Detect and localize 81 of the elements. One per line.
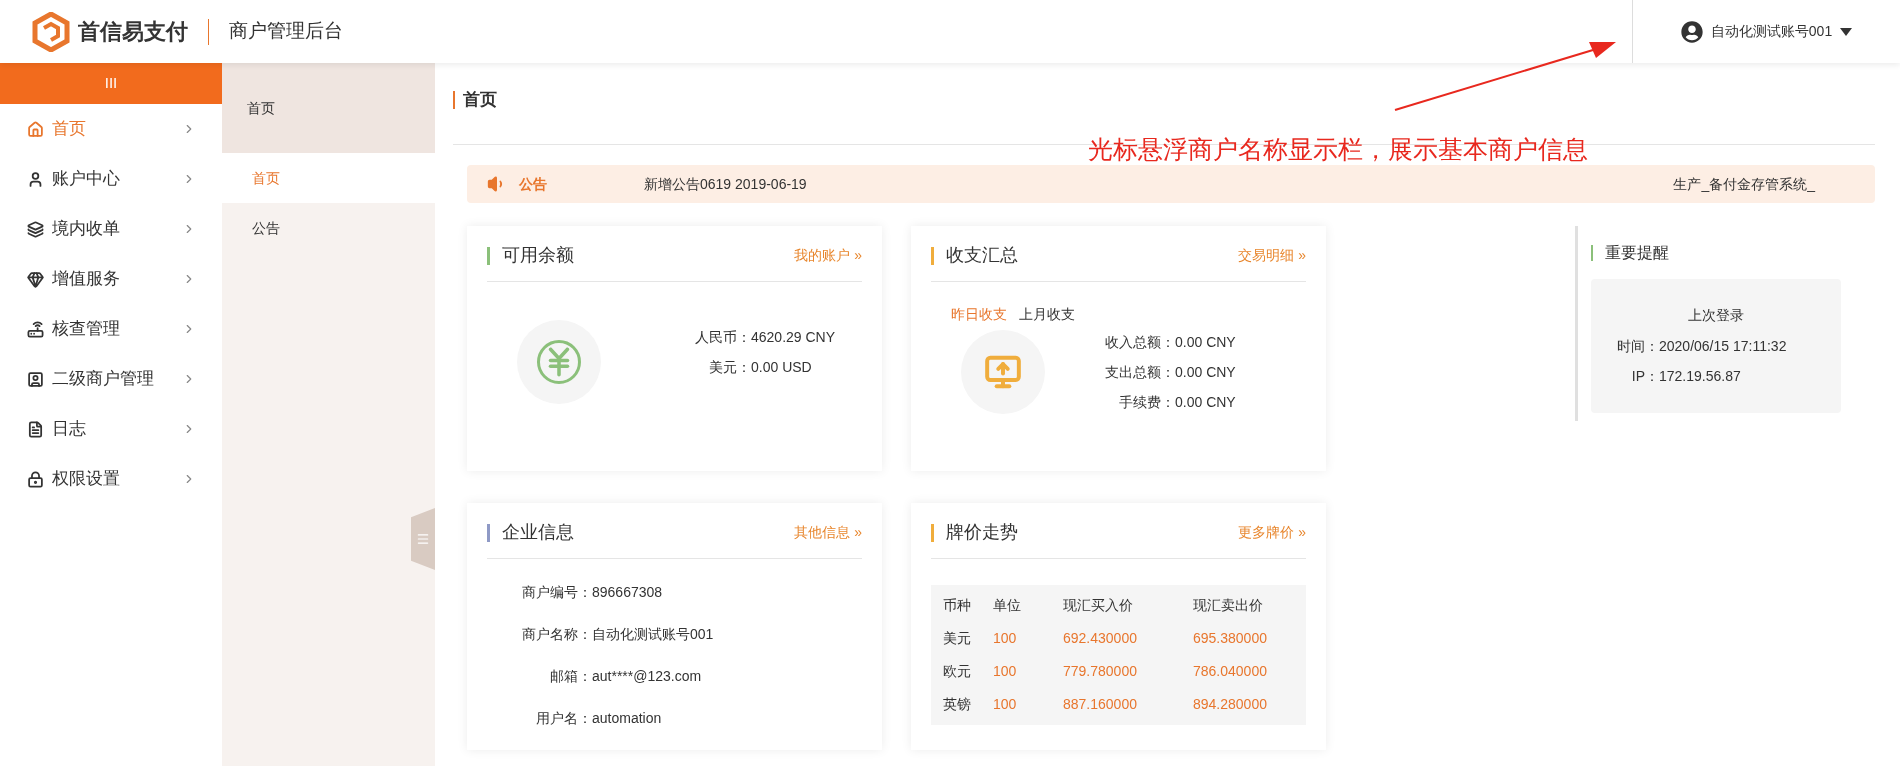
field-label: 商户编号：	[521, 583, 592, 602]
menu-icon	[416, 532, 430, 546]
field-value: 4620.29 CNY	[751, 328, 836, 347]
sub-nav-item[interactable]: 公告	[222, 203, 435, 253]
accent-bar	[931, 246, 934, 265]
id-card-icon	[27, 370, 44, 388]
table-cell-text: 100	[993, 695, 1018, 714]
field-label: 邮箱：	[549, 667, 592, 686]
avatar-icon	[1680, 20, 1703, 43]
diamond-icon	[27, 270, 44, 288]
document-icon	[27, 420, 44, 438]
caret-icon	[1840, 27, 1853, 36]
table-cell-text: 695.380000	[1193, 629, 1268, 648]
field-value: 0.00 CNY	[1175, 363, 1236, 382]
sidebar-item[interactable]: 日志	[0, 404, 222, 454]
field-label: 收入总额：	[1104, 333, 1175, 352]
field-value: 0.00 CNY	[1175, 393, 1236, 412]
login-title: 上次登录	[1688, 306, 1744, 325]
sidebar-item[interactable]: 境内收单	[0, 204, 222, 254]
field-value: 896667308	[592, 583, 663, 602]
table-cell-text: 100	[993, 629, 1018, 648]
card-title: 牌价走势	[946, 521, 1018, 544]
sub-nav-header: 首页	[222, 63, 435, 153]
field-label: IP：	[1630, 367, 1659, 386]
field-value: 0.00 USD	[751, 358, 812, 377]
accent-bar	[1591, 245, 1593, 261]
field-value: 2020/06/15 17:11:32	[1659, 337, 1787, 356]
field-label: 美元：	[708, 358, 751, 377]
sidebar-item[interactable]: 核查管理	[0, 304, 222, 354]
layers-icon	[27, 220, 44, 238]
field-label: 时间：	[1616, 337, 1659, 356]
panel-title: 重要提醒	[1605, 243, 1669, 263]
table-cell-text: 100	[993, 662, 1018, 681]
router-icon	[27, 320, 44, 338]
page-title: 首页	[463, 88, 497, 111]
table-cell-text: 786.040000	[1193, 662, 1268, 681]
accent-bar	[487, 246, 490, 265]
card-title: 可用余额	[502, 244, 574, 267]
card-title: 收支汇总	[946, 244, 1018, 267]
user-icon	[27, 170, 44, 188]
table-cell-text: 欧元	[943, 662, 972, 681]
column-header: 币种	[943, 596, 972, 615]
field-label: 用户名：	[535, 709, 592, 728]
yen-icon	[537, 340, 581, 384]
accent-bar	[487, 523, 490, 542]
table-cell-text: 美元	[943, 629, 972, 648]
sidebar-item[interactable]: 增值服务	[0, 254, 222, 304]
column-header: 现汇卖出价	[1193, 596, 1264, 615]
field-value: 172.19.56.87	[1659, 367, 1741, 386]
field-value: aut****@123.com	[592, 667, 702, 686]
card-title: 企业信息	[502, 521, 574, 544]
field-value: automation	[592, 709, 662, 728]
table-cell-text: 英镑	[943, 695, 972, 714]
field-label: 支出总额：	[1104, 363, 1175, 382]
home-icon	[27, 120, 44, 138]
column-header: 现汇买入价	[1063, 596, 1134, 615]
notice-source: 生产_备付金存管系统_	[1673, 174, 1815, 194]
brand-name: 首信易支付	[78, 18, 188, 46]
logo-icon	[32, 11, 70, 52]
field-label: 商户名称：	[521, 625, 592, 644]
accent-bar	[931, 523, 934, 542]
notice-text: 新增公告0619 2019-06-19	[644, 174, 807, 194]
table-cell-text: 887.160000	[1063, 695, 1138, 714]
notice-label: 公告	[519, 174, 548, 194]
sidebar-item[interactable]: 账户中心	[0, 154, 222, 204]
column-header: 单位	[993, 596, 1022, 615]
field-value: 自动化测试账号001	[592, 625, 714, 644]
table-cell-text: 894.280000	[1193, 695, 1268, 714]
accent-bar	[453, 90, 455, 109]
lock-icon	[27, 470, 44, 488]
table-cell-text: 692.430000	[1063, 629, 1138, 648]
field-label: 手续费：	[1118, 393, 1175, 412]
app-subtitle: 商户管理后台	[229, 19, 343, 44]
sidebar-item[interactable]: 二级商户管理	[0, 354, 222, 404]
period-tab[interactable]: 上月收支	[1019, 304, 1075, 325]
sidebar-item[interactable]: 权限设置	[0, 454, 222, 504]
table-cell-text: 779.780000	[1063, 662, 1138, 681]
field-label: 人民币：	[694, 328, 751, 347]
account-menu[interactable]: 自动化测试账号001	[1632, 0, 1900, 63]
annotation-text: 光标悬浮商户名称显示栏，展示基本商户信息	[1088, 134, 1588, 165]
field-value: 0.00 CNY	[1175, 333, 1236, 352]
